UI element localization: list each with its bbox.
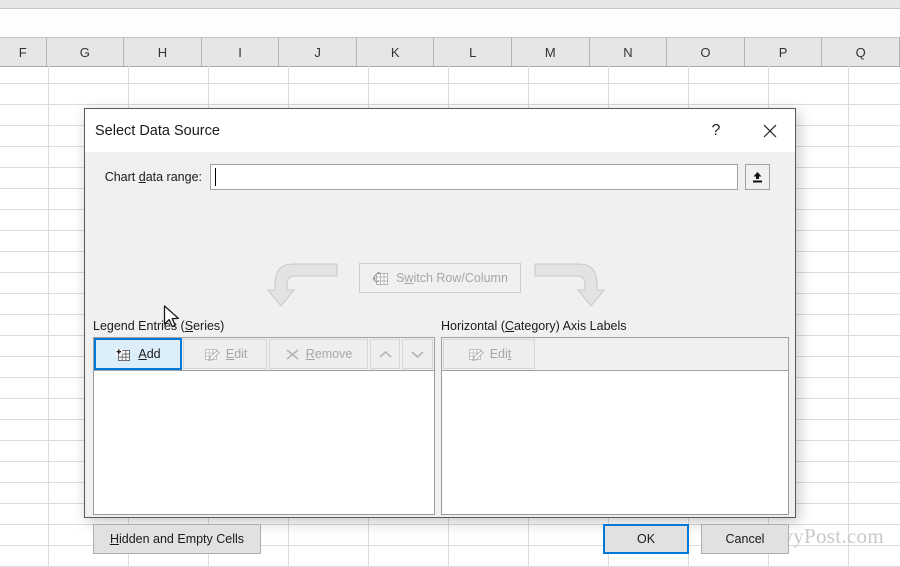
dialog-footer: Hidden and Empty Cells OK Cancel (85, 524, 795, 564)
chart-data-range-input-wrap (210, 164, 738, 190)
chart-data-range-input[interactable] (210, 164, 738, 190)
add-series-button[interactable]: Add (93, 338, 183, 370)
hidden-and-empty-cells-button[interactable]: Hidden and Empty Cells (93, 524, 261, 554)
chart-data-range-row: Chart data range: (85, 162, 795, 192)
column-header-label: G (79, 44, 90, 60)
switch-row-column-icon (372, 271, 389, 285)
mouse-cursor-arrow-icon (163, 305, 180, 328)
column-header-row: F G H I J K L M N O P Q (0, 38, 900, 67)
curved-arrow-right-icon (534, 263, 605, 307)
ribbon-strip (0, 0, 900, 9)
column-header-o[interactable]: O (667, 38, 745, 66)
dialog-title-bar: Select Data Source ? (85, 109, 795, 152)
column-header-j[interactable]: J (279, 38, 357, 66)
legend-entries-listbox[interactable] (93, 371, 435, 515)
switch-row-column-button[interactable]: Switch Row/Column (359, 263, 521, 293)
switch-row-column-band: Switch Row/Column (85, 252, 795, 314)
add-table-icon (115, 348, 131, 361)
close-button[interactable] (747, 109, 793, 152)
move-series-up-button[interactable] (369, 339, 401, 369)
column-header-i[interactable]: I (202, 38, 280, 66)
cancel-button[interactable]: Cancel (701, 524, 789, 554)
ok-button[interactable]: OK (603, 524, 689, 554)
column-header-q[interactable]: Q (822, 38, 900, 66)
column-header-g[interactable]: G (47, 38, 125, 66)
question-mark-icon: ? (711, 121, 721, 139)
switch-row-column-label: Switch Row/Column (396, 271, 508, 285)
grid-column-line (48, 66, 49, 567)
grid-column-line (848, 66, 849, 567)
remove-series-label: Remove (305, 347, 353, 361)
curved-arrow-left-icon (267, 263, 338, 307)
select-data-source-dialog: Select Data Source ? Chart data range: S… (84, 108, 796, 554)
add-series-label: Add (138, 347, 161, 361)
collapse-dialog-arrow-icon (753, 171, 762, 182)
column-header-label: F (18, 44, 27, 60)
axis-labels-toolbar: Edit (441, 337, 789, 371)
close-x-icon (763, 124, 777, 137)
remove-x-icon (286, 348, 299, 360)
column-header-f[interactable]: F (0, 38, 47, 66)
column-header-k[interactable]: K (357, 38, 435, 66)
column-header-label: H (157, 44, 168, 60)
column-header-p[interactable]: P (745, 38, 823, 66)
edit-axis-labels-label: Edit (489, 347, 512, 361)
column-header-m[interactable]: M (512, 38, 590, 66)
edit-series-button[interactable]: Edit (183, 339, 268, 369)
axis-labels-listbox[interactable] (441, 371, 789, 515)
collapse-dialog-button[interactable] (745, 164, 770, 190)
legend-entries-toolbar: Add Edit Remove (93, 337, 435, 371)
edit-pencil-icon (204, 348, 220, 361)
axis-labels-heading: Horizontal (Category) Axis Labels (441, 319, 627, 333)
text-caret (215, 168, 216, 186)
formula-bar (0, 9, 900, 38)
column-header-label: N (623, 44, 633, 60)
chevron-down-icon (411, 350, 424, 358)
edit-series-label: Edit (225, 347, 248, 361)
move-series-down-button[interactable] (402, 339, 433, 369)
column-header-label: J (314, 44, 321, 60)
chevron-up-icon (379, 350, 392, 358)
legend-entries-heading: Legend Entries (Series) (93, 319, 225, 333)
column-header-label: Q (855, 44, 866, 60)
remove-series-button[interactable]: Remove (269, 339, 368, 369)
column-header-label: P (778, 44, 788, 60)
column-header-label: I (238, 44, 242, 60)
edit-axis-labels-button[interactable]: Edit (443, 339, 535, 369)
grid-row-line (0, 83, 900, 84)
help-button[interactable]: ? (693, 109, 739, 152)
dialog-body: Chart data range: Switch Row/Column Lege… (85, 152, 795, 554)
column-header-n[interactable]: N (590, 38, 668, 66)
edit-pencil-icon (468, 348, 484, 361)
column-header-label: M (544, 44, 556, 60)
column-header-label: O (700, 44, 711, 60)
grid-row-line (0, 104, 900, 105)
column-header-l[interactable]: L (434, 38, 513, 66)
column-header-h[interactable]: H (124, 38, 202, 66)
column-header-label: L (469, 44, 477, 60)
column-header-label: K (390, 44, 400, 60)
dialog-title: Select Data Source (95, 122, 220, 139)
chart-data-range-label: Chart data range: (104, 170, 202, 184)
